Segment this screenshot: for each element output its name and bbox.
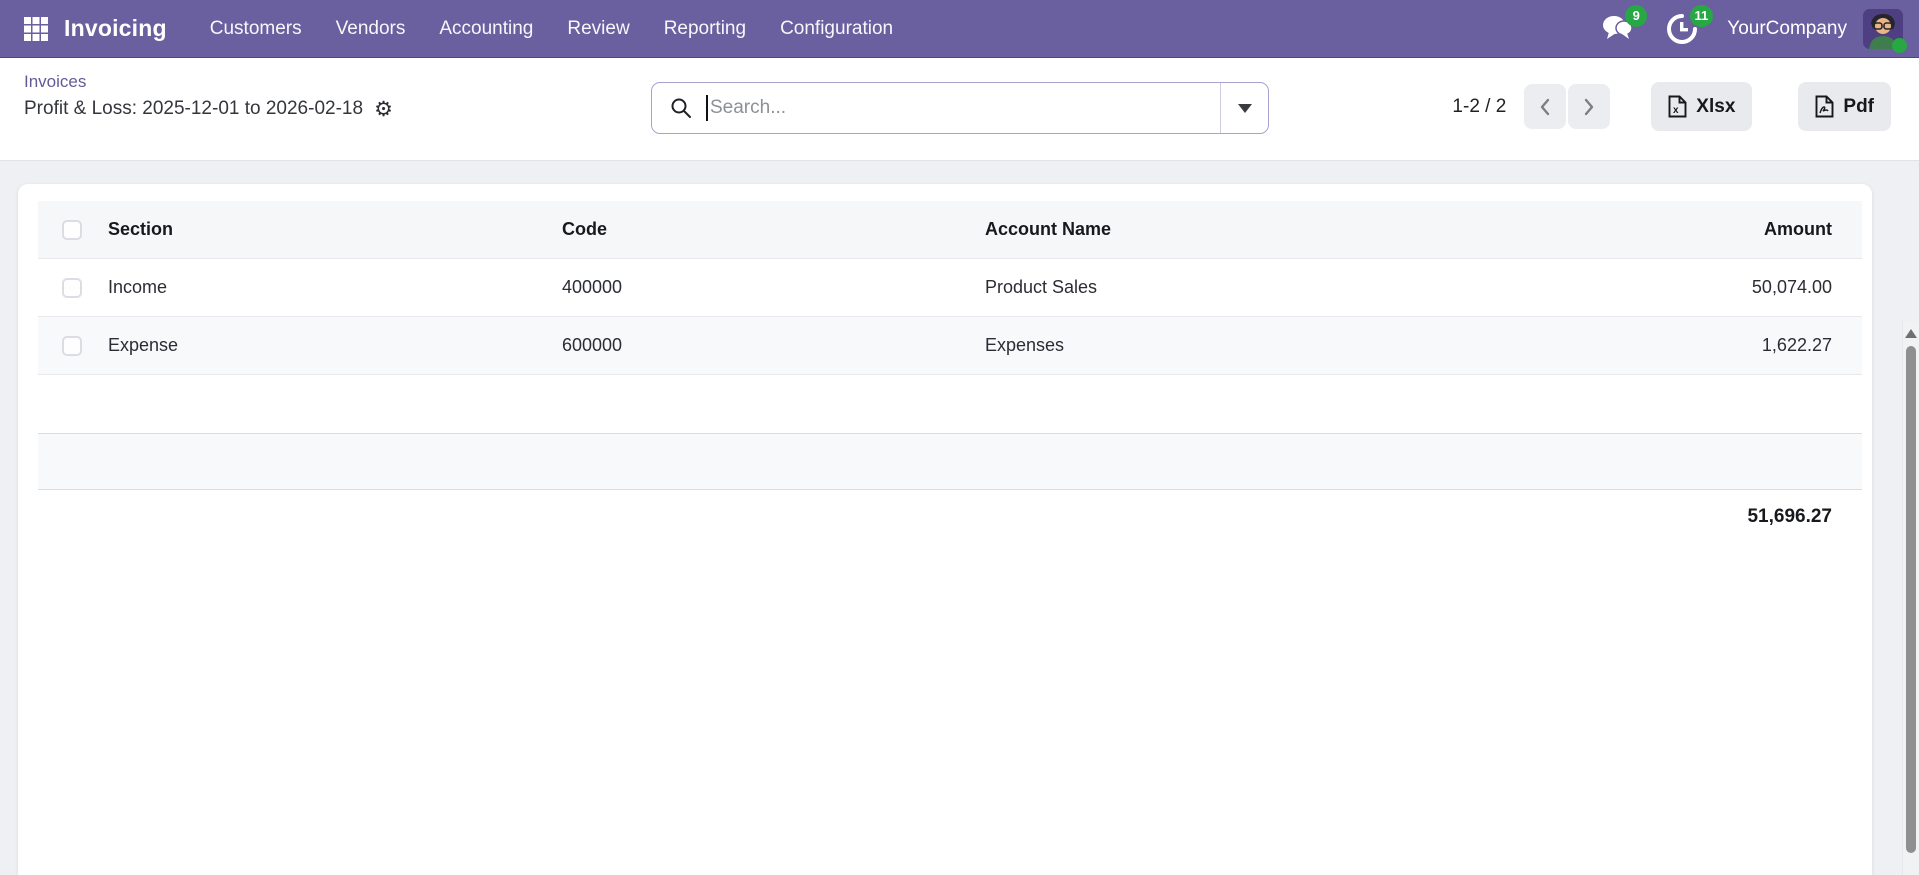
- pager-next-button[interactable]: [1568, 84, 1611, 129]
- main-menu: Customers Vendors Accounting Review Repo…: [193, 0, 910, 58]
- pdf-button-label: Pdf: [1843, 95, 1874, 117]
- invoicing-app-screen: Invoicing Customers Vendors Accounting R…: [0, 0, 1919, 875]
- report-table: Section Code Account Name Amount Income …: [38, 201, 1862, 490]
- list-view-card: Section Code Account Name Amount Income …: [18, 184, 1872, 875]
- breadcrumb-invoices-link[interactable]: Invoices: [24, 72, 86, 92]
- breadcrumb: Invoices Profit & Loss: 2025-12-01 to 20…: [24, 72, 393, 120]
- company-switcher[interactable]: YourCompany: [1727, 18, 1847, 40]
- xlsx-file-icon: x: [1668, 95, 1687, 118]
- online-status-dot: [1892, 37, 1907, 53]
- select-all-checkbox[interactable]: [62, 219, 82, 240]
- cell-account-name: Expenses: [985, 335, 1065, 355]
- table-row-expense[interactable]: Expense 600000 Expenses 1,622.27: [38, 317, 1862, 375]
- export-pdf-button[interactable]: Pdf: [1798, 82, 1891, 131]
- page-title: Profit & Loss: 2025-12-01 to 2026-02-18: [24, 98, 364, 119]
- cell-code: 400000: [562, 277, 623, 297]
- menu-configuration[interactable]: Configuration: [763, 0, 910, 58]
- pager-previous-button[interactable]: [1524, 84, 1567, 129]
- search-input[interactable]: Search...: [652, 83, 1220, 133]
- chevron-right-icon: [1585, 98, 1594, 115]
- menu-reporting[interactable]: Reporting: [647, 0, 763, 58]
- cell-section: Expense: [108, 335, 179, 355]
- top-navbar: Invoicing Customers Vendors Accounting R…: [0, 0, 1919, 58]
- column-header-section[interactable]: Section: [108, 219, 562, 240]
- messages-button[interactable]: 9: [1601, 4, 1648, 44]
- topbar-right: 9 11 YourCompany: [1585, 4, 1907, 53]
- row-checkbox[interactable]: [62, 277, 82, 298]
- user-menu[interactable]: [1863, 8, 1907, 53]
- cell-amount: 1,622.27: [1761, 335, 1832, 355]
- table-empty-row: [38, 434, 1862, 490]
- messages-count-badge: 9: [1625, 4, 1648, 27]
- chevron-left-icon: [1541, 98, 1550, 115]
- pdf-file-icon: [1815, 95, 1834, 118]
- table-header-row: Section Code Account Name Amount: [38, 201, 1862, 259]
- column-header-amount[interactable]: Amount: [1522, 219, 1862, 240]
- content-area: Section Code Account Name Amount Income …: [0, 160, 1919, 875]
- activities-button[interactable]: 11: [1667, 4, 1714, 44]
- table-empty-row: [38, 375, 1862, 434]
- column-header-code[interactable]: Code: [562, 219, 985, 240]
- search-bar: Search...: [651, 82, 1269, 134]
- control-panel: Invoices Profit & Loss: 2025-12-01 to 20…: [0, 58, 1919, 160]
- search-placeholder: Search...: [710, 97, 787, 118]
- menu-review[interactable]: Review: [550, 0, 646, 58]
- control-panel-actions: 1-2 / 2 x Xlsx Pdf: [1452, 82, 1891, 131]
- gear-icon[interactable]: ⚙: [374, 99, 393, 120]
- search-icon: [671, 98, 691, 118]
- cell-code: 600000: [562, 335, 623, 355]
- xlsx-button-label: Xlsx: [1696, 95, 1736, 117]
- cell-amount: 50,074.00: [1751, 277, 1832, 297]
- text-caret: [706, 95, 708, 121]
- apps-grid-icon[interactable]: [16, 9, 56, 49]
- row-checkbox[interactable]: [62, 335, 82, 356]
- chevron-down-icon: [1237, 103, 1252, 113]
- column-header-account-name[interactable]: Account Name: [985, 219, 1522, 240]
- table-row-income[interactable]: Income 400000 Product Sales 50,074.00: [38, 259, 1862, 317]
- svg-text:x: x: [1673, 105, 1679, 116]
- scrollbar-up-arrow-icon[interactable]: [1905, 329, 1917, 338]
- vertical-scrollbar[interactable]: [1902, 321, 1919, 875]
- menu-accounting[interactable]: Accounting: [422, 0, 550, 58]
- amount-total: 51,696.27: [1747, 506, 1832, 527]
- search-options-toggle[interactable]: [1220, 83, 1268, 133]
- export-xlsx-button[interactable]: x Xlsx: [1651, 82, 1753, 131]
- menu-vendors[interactable]: Vendors: [319, 0, 423, 58]
- app-name[interactable]: Invoicing: [64, 15, 167, 42]
- cell-section: Income: [108, 277, 168, 297]
- pager-range: 1-2 / 2: [1452, 95, 1507, 117]
- menu-customers[interactable]: Customers: [193, 0, 319, 58]
- grid-icon: [24, 16, 48, 41]
- cell-account-name: Product Sales: [985, 277, 1098, 297]
- scrollbar-thumb[interactable]: [1906, 346, 1916, 853]
- activities-count-badge: 11: [1689, 4, 1714, 27]
